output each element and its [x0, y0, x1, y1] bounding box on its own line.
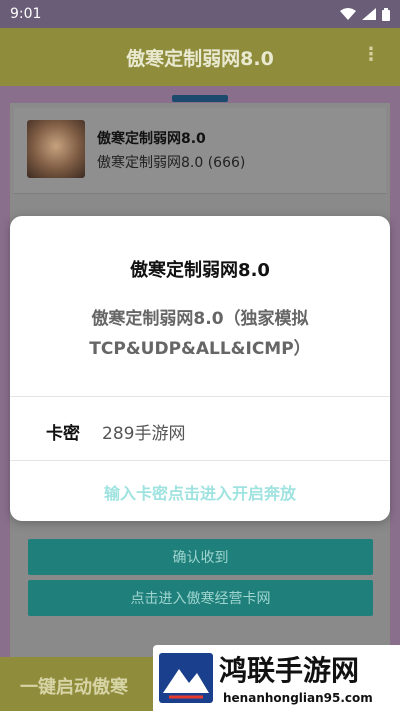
more-options-icon[interactable]: ⋮: [362, 44, 380, 65]
enter-card-shop-button[interactable]: 点击进入傲寒经营卡网: [28, 580, 373, 616]
battery-icon: [382, 7, 390, 21]
tab-indicator: [172, 95, 228, 102]
dialog-title: 傲寒定制弱网8.0: [130, 260, 270, 281]
card-key-input[interactable]: 289手游网: [102, 419, 185, 444]
watermark: 鸿联手游网 henanhonglian95.com: [153, 645, 400, 711]
activation-dialog: 傲寒定制弱网8.0 傲寒定制弱网8.0（独家模拟TCP&UDP&ALL&ICMP…: [10, 216, 390, 521]
app-title: 傲寒定制弱网8.0: [126, 47, 274, 70]
start-text: 一键启动傲寒: [20, 677, 128, 698]
enter-button[interactable]: 输入卡密点击进入开启奔放: [10, 480, 390, 504]
app-info-card[interactable]: 傲寒定制弱网8.0 傲寒定制弱网8.0 (666): [14, 108, 386, 194]
avatar: [27, 120, 85, 178]
divider: [10, 396, 390, 397]
app-bar: 傲寒定制弱网8.0 ⋮: [0, 28, 400, 86]
status-bar: 9:01: [0, 0, 400, 28]
card-title: 傲寒定制弱网8.0: [97, 131, 206, 147]
signal-icon: [362, 8, 376, 20]
divider: [10, 460, 390, 461]
status-icons: [340, 7, 390, 21]
watermark-url: henanhonglian95.com: [223, 691, 373, 705]
logo-icon: [159, 653, 213, 703]
confirm-received-button[interactable]: 确认收到: [28, 539, 373, 575]
dialog-subtitle: 傲寒定制弱网8.0（独家模拟TCP&UDP&ALL&ICMP）: [89, 309, 311, 359]
status-time: 9:01: [10, 6, 42, 22]
card-key-label: 卡密: [46, 424, 80, 444]
watermark-brand: 鸿联手游网: [219, 654, 360, 687]
card-subtitle: 傲寒定制弱网8.0 (666): [97, 155, 246, 171]
wifi-icon: [340, 8, 356, 20]
